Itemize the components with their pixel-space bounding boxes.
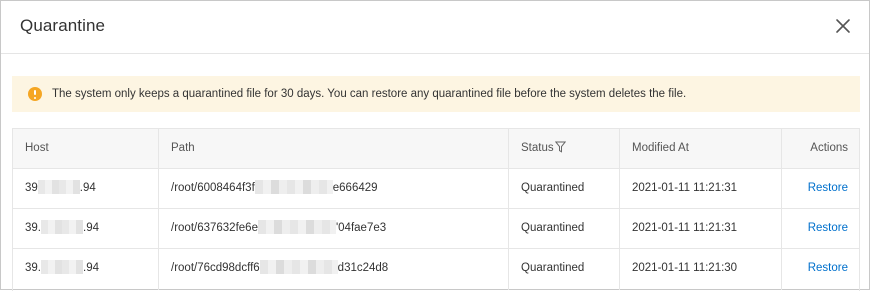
restore-link[interactable]: Restore (808, 222, 848, 234)
restore-link[interactable]: Restore (808, 262, 848, 274)
redacted-block (254, 179, 333, 194)
redacted-block (257, 219, 336, 234)
retention-notice: The system only keeps a quarantined file… (12, 76, 860, 112)
actions-cell: Restore (782, 249, 859, 290)
column-header-modified: Modified At (620, 129, 782, 168)
filter-icon[interactable] (554, 131, 566, 153)
actions-cell: Restore (782, 209, 859, 248)
notice-text: The system only keeps a quarantined file… (52, 88, 687, 100)
host-cell: 39. .94 (13, 249, 159, 290)
status-cell: Quarantined (509, 249, 620, 290)
status-cell: Quarantined (509, 169, 620, 208)
modified-cell: 2021-01-11 11:21:30 (620, 249, 782, 290)
redacted-block (259, 259, 338, 274)
actions-cell: Restore (782, 169, 859, 208)
table-header-row: Host Path Status Modified At Actions (13, 129, 859, 169)
redacted-block (41, 219, 83, 234)
column-header-path: Path (159, 129, 509, 168)
path-cell: /root/76cd98dcff6 d31c24d8 (159, 249, 509, 290)
table-row: 39. .94 /root/637632fe6e '04fae7e3 Quarant… (13, 209, 859, 249)
table-row: 39. .94 /root/76cd98dcff6 d31c24d8 Quarant… (13, 249, 859, 290)
path-cell: /root/6008464f3f e666429 (159, 169, 509, 208)
quarantine-dialog: Quarantine The system only keeps a quara… (0, 0, 870, 291)
redacted-block (41, 259, 83, 274)
host-cell: 39. .94 (13, 209, 159, 248)
column-header-actions: Actions (810, 142, 848, 154)
column-header-status: Status (509, 129, 620, 168)
close-icon[interactable] (833, 16, 853, 36)
redacted-block (37, 179, 80, 194)
modified-cell: 2021-01-11 11:21:31 (620, 169, 782, 208)
restore-link[interactable]: Restore (808, 182, 848, 194)
dialog-title: Quarantine (20, 16, 106, 35)
column-header-status-label: Status (521, 142, 554, 154)
path-cell: /root/637632fe6e '04fae7e3 (159, 209, 509, 248)
dialog-header: Quarantine (1, 1, 869, 54)
status-cell: Quarantined (509, 209, 620, 248)
quarantine-table: Host Path Status Modified At Actions 39.… (12, 128, 860, 291)
modified-cell: 2021-01-11 11:21:31 (620, 209, 782, 248)
table-row: 39.94 /root/6008464f3f e666429 Quarantine… (13, 169, 859, 209)
host-cell: 39.94 (13, 169, 159, 208)
warning-icon (28, 87, 42, 101)
column-header-host: Host (13, 129, 159, 168)
